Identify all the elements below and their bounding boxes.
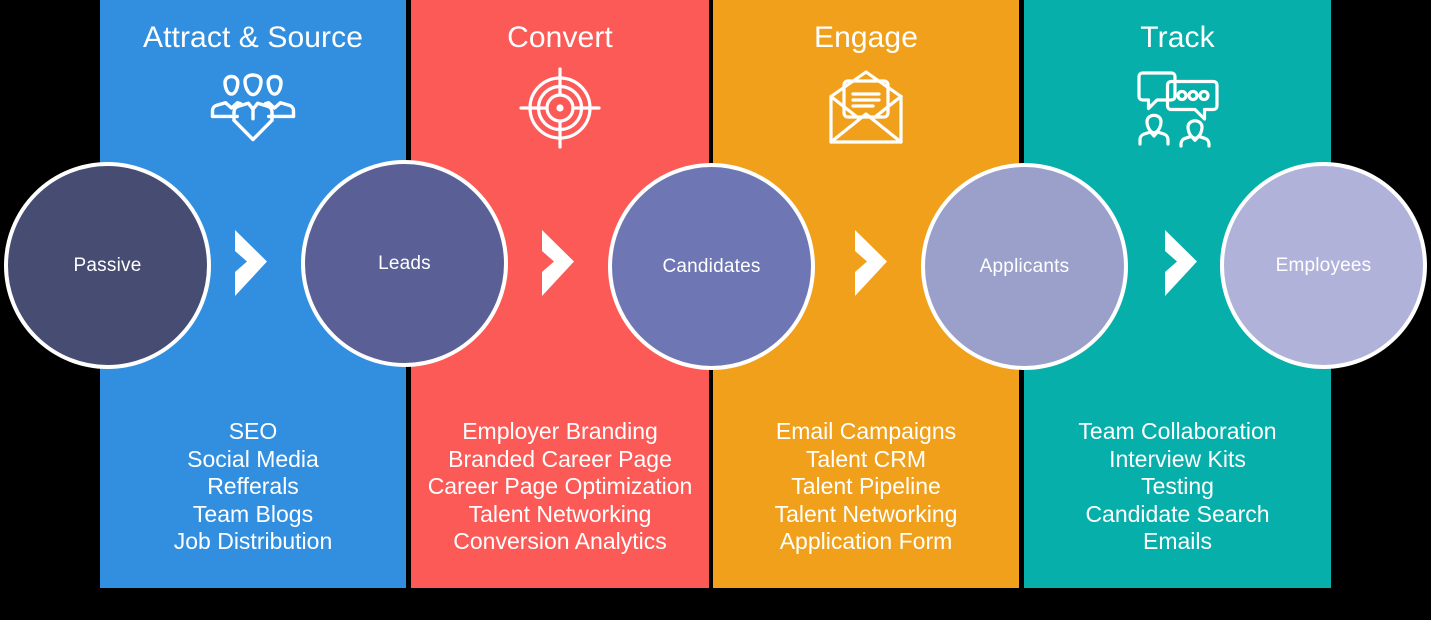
list-item: Team Blogs [192,500,314,527]
list-item: Talent CRM [805,445,927,472]
list-item: Testing [1141,473,1214,499]
list-item: Email Campaigns [775,418,957,444]
chat-bubbles-people-icon [1136,70,1219,148]
list-item: Application Form [779,528,953,554]
target-crosshair-icon [519,66,601,149]
funnel-node-label: Passive [73,254,142,276]
stage-title-convert: Convert [507,21,613,54]
list-item: Candidate Search [1085,500,1270,527]
list-item: Interview Kits [1109,445,1246,472]
chevron-right-icon-2 [536,230,578,296]
list-item: Team Collaboration [1078,418,1277,444]
stage-title-attract-source: Attract & Source [142,21,364,54]
funnel-node-label: Candidates [662,255,761,277]
stage-title-track: Track [1140,21,1215,54]
stage-items-convert: Employer Branding Branded Career Page Ca… [411,418,709,556]
funnel-node-label: Employees [1275,254,1372,276]
funnel-node-label: Applicants [979,255,1070,277]
list-item: Job Distribution [173,528,333,554]
list-item: Talent Pipeline [791,473,941,499]
list-item: SEO [228,418,278,444]
funnel-node-leads[interactable]: Leads [301,160,508,367]
list-item: Emails [1142,528,1212,554]
funnel-node-applicants[interactable]: Applicants [921,163,1128,370]
stage-items-engage: Email Campaigns Talent CRM Talent Pipeli… [713,418,1019,556]
stage-items-track: Team Collaboration Interview Kits Testin… [1024,418,1331,556]
recruitment-funnel-diagram: Attract & Source SEO Social Media Reffer… [0,0,1431,620]
stage-title-engage: Engage [813,21,919,54]
funnel-node-passive[interactable]: Passive [4,162,211,369]
list-item: Career Page Optimization [427,473,693,499]
list-item: Branded Career Page [448,445,672,472]
stage-items-attract-source: SEO Social Media Refferals Team Blogs Jo… [100,418,406,556]
list-item: Talent Networking [774,500,958,527]
list-item: Employer Branding [462,418,658,444]
open-envelope-icon [829,69,903,146]
funnel-node-candidates[interactable]: Candidates [608,163,815,370]
chevron-right-icon-4 [1159,230,1201,296]
list-item: Conversion Analytics [453,528,667,554]
group-of-people-icon [203,70,303,146]
list-item: Social Media [187,445,319,472]
list-item: Talent Networking [468,500,652,527]
chevron-right-icon-1 [229,230,271,296]
funnel-node-employees[interactable]: Employees [1220,162,1427,369]
list-item: Refferals [207,473,299,499]
chevron-right-icon-3 [849,230,891,296]
funnel-node-label: Leads [378,252,431,274]
